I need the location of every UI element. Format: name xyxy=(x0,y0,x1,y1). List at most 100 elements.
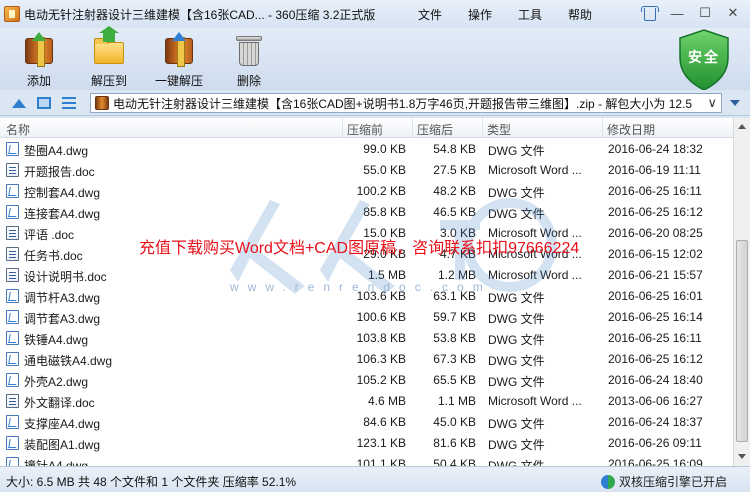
file-size-after: 65.5 KB xyxy=(433,373,476,387)
menu-file[interactable]: 文件 xyxy=(418,6,442,23)
menu-operate[interactable]: 操作 xyxy=(468,6,492,23)
toolbar: 添加 解压到 一键解压 删除 xyxy=(0,26,750,90)
col-after[interactable]: 压缩后 xyxy=(417,121,453,138)
scroll-up-icon xyxy=(738,124,746,129)
file-type: Microsoft Word ... xyxy=(488,394,582,408)
add-label: 添加 xyxy=(26,74,51,88)
file-name: 装配图A1.dwg xyxy=(24,438,101,452)
table-row[interactable]: 连接套A4.dwg 85.8 KB 46.5 KB DWG 文件 2016-06-25 … xyxy=(0,202,733,223)
list-view-button[interactable] xyxy=(60,94,78,112)
extract-to-button[interactable]: 解压到 xyxy=(79,26,139,88)
window-title: 电动无针注射器设计三维建模【含16张CAD... - 360压缩 3.2正式版 xyxy=(24,7,376,22)
table-row[interactable]: 支撑座A4.dwg 84.6 KB 45.0 KB DWG 文件 2016-06-24 … xyxy=(0,412,733,433)
file-date: 2016-06-25 16:11 xyxy=(608,184,702,198)
table-row[interactable]: 调节套A3.dwg 100.6 KB 59.7 KB DWG 文件 2016-06-25… xyxy=(0,307,733,328)
minimize-button[interactable]: — xyxy=(666,4,688,22)
file-date: 2016-06-25 16:09 xyxy=(608,457,703,466)
address-bar: 电动无针注射器设计三维建模【含16张CAD图+说明书1.8万字46页,开题报告带… xyxy=(0,90,750,116)
shirt-icon xyxy=(640,5,659,21)
col-name[interactable]: 名称 xyxy=(6,121,30,138)
file-size-before: 84.6 KB xyxy=(363,415,406,429)
trash-icon xyxy=(231,32,267,68)
archive-path-field[interactable]: 电动无针注射器设计三维建模【含16张CAD图+说明书1.8万字46页,开题报告带… xyxy=(90,93,722,113)
one-click-extract-icon xyxy=(161,32,197,68)
file-size-before: 99.0 KB xyxy=(363,142,406,156)
scroll-up-button[interactable] xyxy=(734,118,750,135)
col-type[interactable]: 类型 xyxy=(487,121,511,138)
add-button[interactable]: 添加 xyxy=(9,30,69,88)
status-bar: 大小: 6.5 MB 共 48 个文件和 1 个文件夹 压缩率 52.1% 双核… xyxy=(0,466,750,492)
file-date: 2016-06-25 16:14 xyxy=(608,310,703,324)
file-name: 调节套A3.dwg xyxy=(24,312,101,326)
table-row[interactable]: 控制套A4.dwg 100.2 KB 48.2 KB DWG 文件 2016-06-25… xyxy=(0,181,733,202)
scroll-thumb[interactable] xyxy=(736,240,748,442)
file-type: DWG 文件 xyxy=(488,354,545,368)
file-name: 通电磁铁A4.dwg xyxy=(24,354,113,368)
file-type: Microsoft Word ... xyxy=(488,163,582,177)
file-size-before: 100.2 KB xyxy=(356,184,406,198)
file-type: DWG 文件 xyxy=(488,459,545,466)
file-size-before: 105.2 KB xyxy=(356,373,406,387)
file-size-before: 106.3 KB xyxy=(356,352,406,366)
app-icon[interactable] xyxy=(4,6,20,22)
table-row[interactable]: 外文翻译.doc 4.6 MB 1.1 MB Microsoft Word ... 20… xyxy=(0,391,733,412)
table-row[interactable]: 外壳A2.dwg 105.2 KB 65.5 KB DWG 文件 2016-06-24 … xyxy=(0,370,733,391)
file-size-after: 45.0 KB xyxy=(433,415,476,429)
close-button[interactable]: ✕ xyxy=(722,4,744,22)
vertical-scrollbar[interactable] xyxy=(733,118,750,466)
file-size-before: 4.6 MB xyxy=(367,394,406,408)
file-date: 2013-06-06 16:27 xyxy=(608,394,703,408)
table-row[interactable]: 撞针A4.dwg 101.1 KB 50.4 KB DWG 文件 2016-06-25 … xyxy=(0,454,733,466)
large-icons-icon xyxy=(37,97,51,109)
file-name: 设计说明书.doc xyxy=(24,270,107,284)
file-date: 2016-06-26 09:11 xyxy=(608,436,702,450)
scroll-down-button[interactable] xyxy=(734,448,750,465)
security-shield[interactable]: 安全 xyxy=(676,28,732,92)
menu-help[interactable]: 帮助 xyxy=(568,6,592,23)
table-row[interactable]: 铁锤A4.dwg 103.8 KB 53.8 KB DWG 文件 2016-06-25 … xyxy=(0,328,733,349)
menu-tools[interactable]: 工具 xyxy=(518,6,542,23)
file-size-after: 53.8 KB xyxy=(433,331,476,345)
file-size-after: 50.4 KB xyxy=(433,457,476,466)
file-name: 调节杆A3.dwg xyxy=(24,291,101,305)
file-size-after: 48.2 KB xyxy=(433,184,476,198)
file-size-after: 67.3 KB xyxy=(433,352,476,366)
large-icon-view-button[interactable] xyxy=(35,94,53,112)
file-type: DWG 文件 xyxy=(488,333,545,347)
table-row[interactable]: 通电磁铁A4.dwg 106.3 KB 67.3 KB DWG 文件 2016-06-2… xyxy=(0,349,733,370)
skin-button[interactable] xyxy=(638,4,660,22)
file-size-before: 100.6 KB xyxy=(356,310,406,324)
col-before[interactable]: 压缩前 xyxy=(347,121,383,138)
table-row[interactable]: 装配图A1.dwg 123.1 KB 81.6 KB DWG 文件 2016-06-26… xyxy=(0,433,733,454)
file-size-before: 123.1 KB xyxy=(356,436,406,450)
table-row[interactable]: 开题报告.doc 55.0 KB 27.5 KB Microsoft Word ...… xyxy=(0,160,733,181)
dwg-file-icon xyxy=(6,142,19,156)
archive-path: 电动无针注射器设计三维建模【含16张CAD图+说明书1.8万字46页,开题报告带… xyxy=(113,96,693,111)
col-modified[interactable]: 修改日期 xyxy=(607,121,655,138)
one-click-extract-button[interactable]: 一键解压 xyxy=(149,30,209,88)
path-dropdown-icon[interactable]: ∨ xyxy=(707,95,717,111)
file-date: 2016-06-25 16:12 xyxy=(608,205,703,219)
security-label: 安全 xyxy=(688,49,720,65)
word-doc-icon xyxy=(6,247,19,261)
file-name: 控制套A4.dwg xyxy=(24,186,101,200)
table-row[interactable]: 垫圈A4.dwg 99.0 KB 54.8 KB DWG 文件 2016-06-24 1… xyxy=(0,139,733,160)
file-name: 支撑座A4.dwg xyxy=(24,417,101,431)
minimize-icon: — xyxy=(670,5,684,21)
status-summary: 大小: 6.5 MB 共 48 个文件和 1 个文件夹 压缩率 52.1% xyxy=(6,475,297,489)
maximize-button[interactable]: ☐ xyxy=(694,4,716,22)
file-type: DWG 文件 xyxy=(488,375,545,389)
file-date: 2016-06-19 11:11 xyxy=(608,163,701,177)
up-arrow-icon xyxy=(12,98,26,108)
file-name: 开题报告.doc xyxy=(24,165,95,179)
dwg-file-icon xyxy=(6,352,19,366)
file-name: 连接套A4.dwg xyxy=(24,207,101,221)
delete-button[interactable]: 删除 xyxy=(219,30,279,88)
file-date: 2016-06-15 12:02 xyxy=(608,247,703,261)
address-dropdown-button[interactable] xyxy=(726,95,744,111)
file-name: 撞针A4.dwg xyxy=(24,459,89,466)
engine-status[interactable]: 双核压缩引擎已开启 xyxy=(601,473,727,490)
file-type: Microsoft Word ... xyxy=(488,268,582,282)
file-date: 2016-06-25 16:12 xyxy=(608,352,703,366)
up-level-button[interactable] xyxy=(10,94,28,112)
